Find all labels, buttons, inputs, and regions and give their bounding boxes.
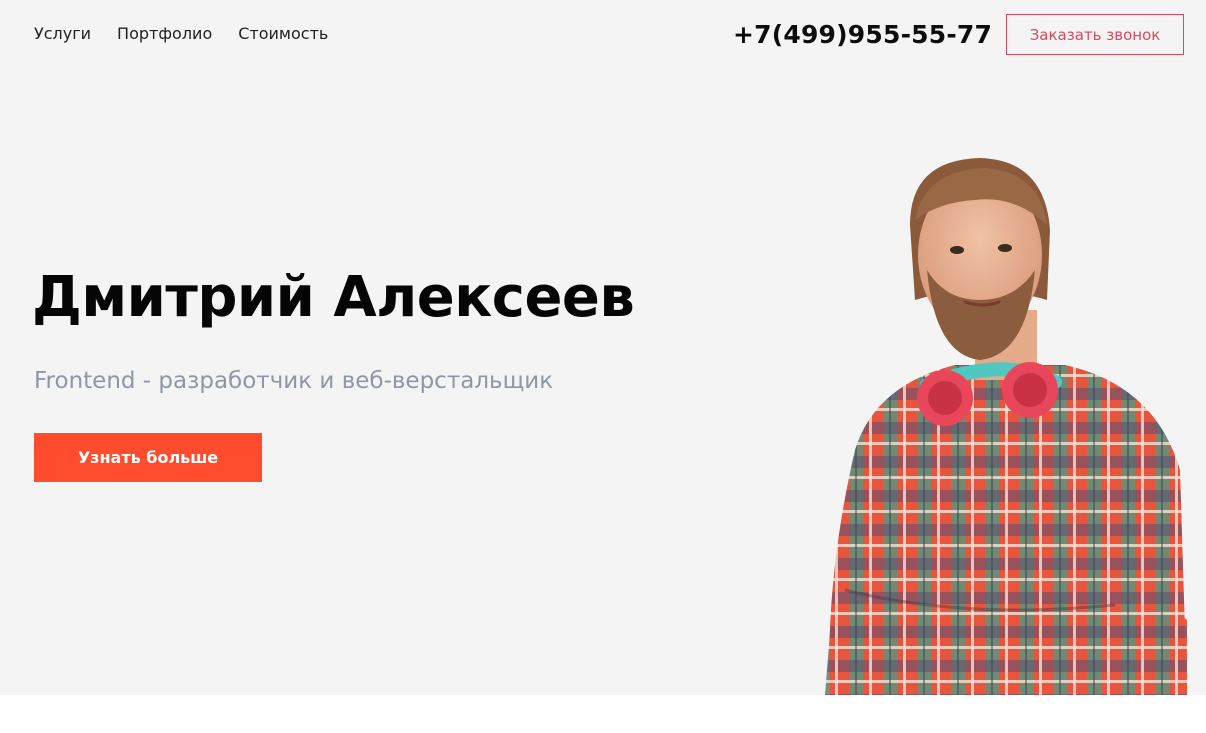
callback-button[interactable]: Заказать звонок [1006,14,1184,55]
nav-item-portfolio[interactable]: Портфолио [117,23,212,45]
hero-section: Услуги Портфолио Стоимость +7(499)955-55… [0,0,1206,695]
person-portrait-icon [825,158,1187,695]
nav-item-pricing[interactable]: Стоимость [238,23,328,45]
hero-subtitle: Frontend - разработчик и веб-верстальщик [34,368,554,394]
learn-more-button[interactable]: Узнать больше [34,433,262,482]
page-bottom [0,695,1206,733]
main-nav: Услуги Портфолио Стоимость [34,23,328,45]
phone-number[interactable]: +7(499)955-55-77 [733,18,992,52]
hero-title: Дмитрий Алексеев [32,265,635,330]
nav-item-services[interactable]: Услуги [34,23,91,45]
hero-photo [815,150,1206,695]
